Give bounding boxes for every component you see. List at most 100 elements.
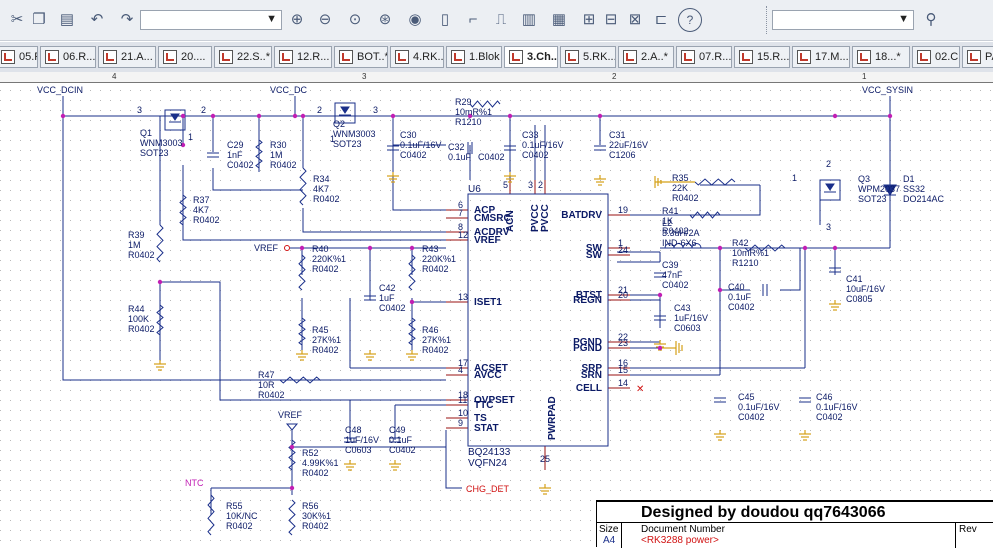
tab-18[interactable]: PA [962,46,993,68]
binoculars-icon[interactable]: ⚲ [920,8,942,30]
r30-label-2: R0402 [270,160,297,170]
ic-part: BQ24133 [468,447,511,458]
c30-label-0: C30 [400,130,417,140]
c31-label-1: 22uF/16V [609,140,648,150]
r35-label-0: R35 [672,173,689,183]
eye-icon[interactable]: ◉ [404,8,426,30]
c49-label-1: 0.1uF [389,435,413,445]
place-port-icon[interactable]: ⊠ [624,8,646,30]
junction-dot [657,345,663,351]
tab-12[interactable]: 2.A..* [618,46,674,68]
tab-label: PA [985,51,993,63]
r44-label-1: 100K [128,314,149,324]
c45-label-0: C45 [738,392,755,402]
r52-label-0: R52 [302,448,319,458]
place-part-icon[interactable]: ▯ [434,8,456,30]
schematic-page-icon [103,50,117,64]
tab-label: 20.... [181,51,206,63]
ruler-label-1: 1 [862,72,867,81]
tab-17[interactable]: 02.C... [912,46,960,68]
c31-label-2: C1206 [609,150,636,160]
r35-label-1: 22K [672,183,688,193]
tab-label: 4.RK... [413,51,444,63]
c40-label-1: 0.1uF [728,292,752,302]
help-icon[interactable]: ? [678,8,702,32]
title-block-grid: Size A4 Document Number <RK3288 power> R… [597,522,993,548]
schematic-page-icon [797,50,811,64]
zoom-fit-icon[interactable]: ⊛ [374,8,396,30]
scissors-icon[interactable]: ✂ [6,8,28,30]
junction-dot [157,279,163,285]
zoom-out-icon[interactable]: ⊖ [314,8,336,30]
schematic-canvas[interactable]: ACP6CMSRC7ACDRV8VREF12ISET113ACSET17AVCC… [0,82,993,545]
schematic-page-icon [45,50,59,64]
tab-11[interactable]: 5.RK... [560,46,616,68]
place-junction-icon[interactable]: ▦ [548,8,570,30]
ic-pin-num: 15 [618,365,628,375]
tab-16[interactable]: 18...* [852,46,910,68]
tab-7[interactable]: BOT..* [334,46,388,68]
document-number-label: Document Number [641,524,725,535]
place-wire-icon[interactable]: ⌐ [462,8,484,30]
junction-dot [210,113,216,119]
tab-8[interactable]: 4.RK... [390,46,444,68]
tab-9[interactable]: 1.Blok [446,46,502,68]
r37-label-2: R0402 [193,215,220,225]
schematic-page-icon [451,50,465,64]
tab-5[interactable]: 22.S..* [214,46,272,68]
junction-dot [802,245,808,251]
ic-pin-num: 20 [618,290,628,300]
tab-label: 21.A... [121,51,153,63]
junction-dot [289,485,295,491]
tab-14[interactable]: 15.R... [734,46,790,68]
place-offpage-icon[interactable]: ⊏ [650,8,672,30]
tab-2[interactable]: 06.R... [40,46,96,68]
r56-label-2: R0402 [302,521,329,531]
r45-label-1: 27K%1 [312,335,341,345]
net-vcc-dc: VCC_DC [270,85,308,95]
schematic-page-icon [565,50,579,64]
r47-label-1: 10R [258,380,275,390]
copy-icon[interactable]: ❐ [28,8,50,30]
size-value: A4 [603,535,616,546]
junction-dot [299,245,305,251]
chevron-down-icon[interactable]: ▼ [898,13,909,25]
q1-label-1: WNM3003 [140,138,183,148]
r34-label-0: R34 [313,174,330,184]
place-power-icon[interactable]: ⊞ [578,8,600,30]
r42-label-1: 10mR%1 [732,248,769,258]
part-combo[interactable]: ▼ [140,10,282,30]
d1-label-1: SS32 [903,184,925,194]
schematic-page-icon [739,50,753,64]
place-gnd-icon[interactable]: ⊟ [600,8,622,30]
r52-label-2: R0402 [302,468,329,478]
paste-icon[interactable]: ▤ [56,8,78,30]
chevron-down-icon[interactable]: ▼ [266,13,277,25]
q3-label-0: Q3 [858,174,870,184]
zoom-area-icon[interactable]: ⊙ [344,8,366,30]
tab-10[interactable]: 3.Ch..* [504,46,558,68]
tab-1[interactable]: 05.R... [0,46,38,68]
tab-15[interactable]: 17.M... [792,46,850,68]
q2-label-2: SOT23 [333,139,362,149]
ic-pin-num: 10 [458,408,468,418]
tab-3[interactable]: 21.A... [98,46,156,68]
redo-icon[interactable]: ↷ [116,8,138,30]
c48-label-1: 1uF/16V [345,435,379,445]
tab-4[interactable]: 20.... [158,46,212,68]
tab-13[interactable]: 07.R... [676,46,732,68]
undo-icon[interactable]: ↶ [86,8,108,30]
schematic-page-icon [395,50,409,64]
main-toolbar: ✂ ❐ ▤ ↶ ↷ ⊕ ⊖ ⊙ ⊛ ◉ ▯ ⌐ ⎍ ▥ ▦ ⊞ ⊟ ⊠ ⊏? ⚲ ▼ ▼ [0,0,993,41]
c30-label-2: C0402 [400,150,427,160]
place-bus-icon[interactable]: ▥ [518,8,540,30]
r40-label-1: 220K%1 [312,254,346,264]
tab-6[interactable]: 12.R... [274,46,332,68]
ic-pin-name: ISET1 [474,297,502,308]
zoom-in-icon[interactable]: ⊕ [286,8,308,30]
place-net-icon[interactable]: ⎍ [490,8,512,30]
junction-dot [60,113,66,119]
ic-pin-name: SW [586,250,603,261]
ic-pin-num: 12 [458,230,468,240]
search-combo[interactable]: ▼ [772,10,914,30]
